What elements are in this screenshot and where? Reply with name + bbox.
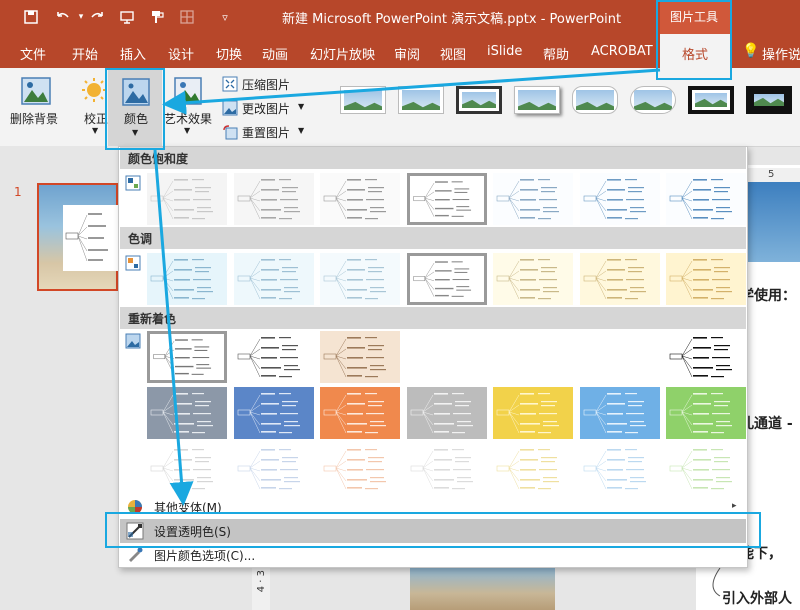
annotation-arrows xyxy=(153,68,661,506)
